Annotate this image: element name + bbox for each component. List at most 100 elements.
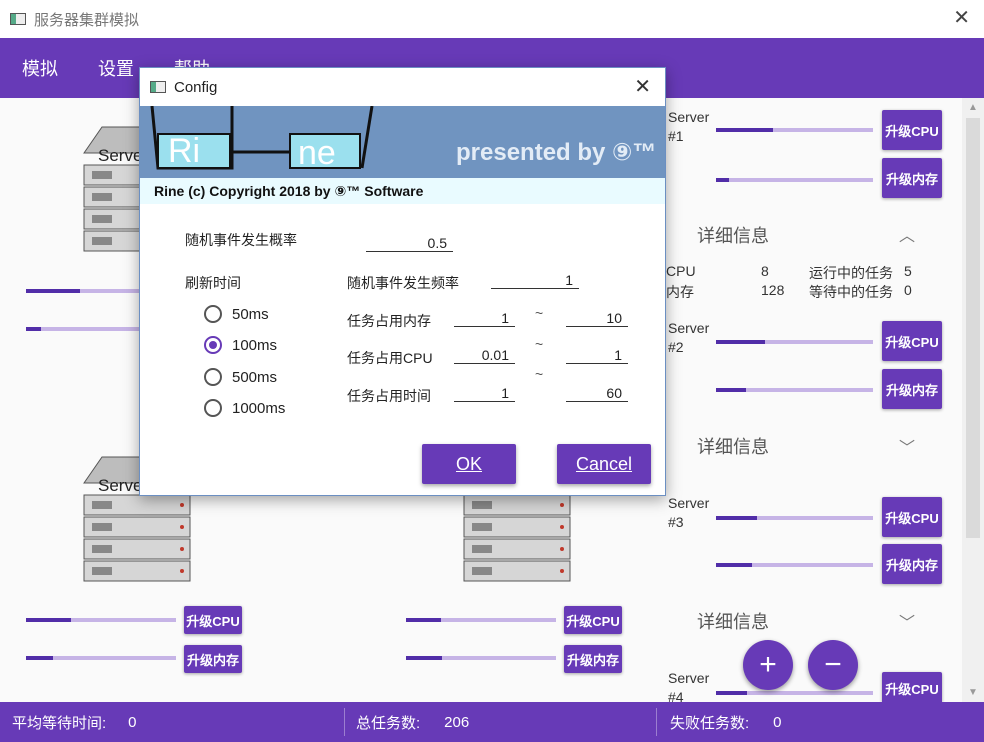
radio-unchecked-icon [204, 399, 222, 417]
status-bar: 平均等待时间: 0 总任务数: 206 失败任务数: 0 [0, 702, 984, 742]
dialog-title: Config [174, 78, 218, 96]
upgrade-mem-button[interactable]: 升级内存 [882, 158, 942, 198]
dialog-close-icon[interactable]: ✕ [634, 77, 651, 97]
details-header[interactable]: 详细信息 [697, 222, 769, 248]
detail-mem-label: 内存 [666, 284, 694, 300]
details-header[interactable]: 详细信息 [697, 433, 769, 459]
task-cpu-min-input[interactable]: 0.01 [454, 344, 515, 364]
task-time-max-input[interactable]: 60 [566, 382, 628, 402]
server-name-label: Server [668, 109, 710, 125]
refresh-50ms-radio[interactable]: 50ms [204, 305, 269, 323]
mem-load-fill [716, 388, 746, 392]
failed-tasks-label: 失败任务数: [670, 714, 750, 732]
window-title: 服务器集群模拟 [34, 11, 140, 29]
task-cpu-max-input[interactable]: 1 [566, 344, 628, 364]
refresh-100ms-radio[interactable]: 100ms [204, 336, 277, 354]
cpu-load-bar [406, 618, 556, 622]
task-mem-max-input[interactable]: 10 [566, 307, 628, 327]
total-tasks-label: 总任务数: [356, 714, 421, 732]
random-event-prob-label: 随机事件发生概率 [185, 232, 297, 248]
total-tasks-value: 206 [444, 713, 470, 731]
server-name-label: Server [668, 495, 710, 511]
window-close-icon[interactable]: ✕ [953, 8, 970, 28]
detail-running-label: 运行中的任务 [809, 265, 893, 281]
detail-cpu-label: CPU [666, 263, 696, 279]
mem-load-fill [716, 178, 729, 182]
chevron-up-icon[interactable]: ︿ [899, 222, 915, 246]
chevron-down-icon[interactable]: ﹀ [899, 609, 915, 633]
cpu-load-bar [716, 516, 873, 520]
banner-presented-by: presented by ⑨™ [456, 139, 657, 166]
mem-load-bar [26, 656, 176, 660]
banner-text-ne: ne [298, 134, 336, 172]
range-tilde: ~ [535, 336, 544, 352]
scroll-thumb[interactable] [966, 118, 980, 538]
upgrade-cpu-button[interactable]: 升级CPU [184, 606, 242, 634]
server-name-label: Server [668, 320, 710, 336]
upgrade-cpu-button[interactable]: 升级CPU [882, 497, 942, 537]
upgrade-mem-button[interactable]: 升级内存 [882, 544, 942, 584]
server-id-label: #1 [668, 128, 684, 144]
radio-unchecked-icon [204, 305, 222, 323]
cpu-load-fill [26, 289, 80, 293]
dialog-banner: Ri ne presented by ⑨™ [140, 106, 665, 178]
task-cpu-label: 任务占用CPU [347, 350, 433, 366]
banner-text-ri: Ri [168, 132, 201, 170]
server-id-label: #2 [668, 339, 684, 355]
upgrade-cpu-button[interactable]: 升级CPU [882, 321, 942, 361]
radio-label: 100ms [232, 336, 278, 354]
task-time-min-input[interactable]: 1 [454, 382, 515, 402]
avg-wait-segment: 平均等待时间: 0 [12, 702, 137, 742]
detail-mem-value: 128 [761, 282, 785, 298]
refresh-500ms-radio[interactable]: 500ms [204, 368, 277, 386]
cancel-button[interactable]: Cancel [557, 444, 651, 484]
mem-load-bar [716, 563, 873, 567]
status-divider [656, 708, 657, 736]
range-tilde: ~ [535, 305, 544, 321]
cpu-load-bar [716, 340, 873, 344]
ok-button[interactable]: OK [422, 444, 516, 484]
chevron-down-icon[interactable]: ﹀ [899, 434, 915, 458]
upgrade-mem-button[interactable]: 升级内存 [564, 645, 622, 673]
dialog-app-icon [150, 81, 166, 93]
upgrade-cpu-button[interactable]: 升级CPU [882, 672, 942, 702]
details-header[interactable]: 详细信息 [697, 608, 769, 634]
random-freq-input[interactable]: 1 [491, 269, 579, 289]
cpu-load-fill [406, 618, 441, 622]
mem-load-fill [26, 656, 53, 660]
cpu-load-bar [716, 128, 873, 132]
task-mem-min-input[interactable]: 1 [454, 307, 515, 327]
mem-load-fill [26, 327, 41, 331]
refresh-1000ms-radio[interactable]: 1000ms [204, 399, 285, 417]
upgrade-mem-button[interactable]: 升级内存 [184, 645, 242, 673]
app-icon [10, 13, 26, 25]
add-server-button[interactable]: + [743, 640, 793, 690]
random-event-prob-input[interactable]: 0.5 [366, 232, 453, 252]
scroll-up-arrow-icon[interactable]: ▲ [968, 102, 978, 113]
upgrade-mem-button[interactable]: 升级内存 [882, 369, 942, 409]
mem-load-fill [406, 656, 442, 660]
menu-settings[interactable]: 设置 [98, 55, 134, 81]
ok-button-label: OK [455, 453, 482, 474]
random-freq-label: 随机事件发生频率 [347, 275, 459, 291]
status-divider [344, 708, 345, 736]
cpu-load-bar [26, 618, 176, 622]
refresh-time-label: 刷新时间 [185, 275, 241, 291]
remove-server-button[interactable]: − [808, 640, 858, 690]
menu-simulate[interactable]: 模拟 [22, 55, 58, 81]
cpu-load-fill [716, 516, 757, 520]
avg-wait-label: 平均等待时间: [12, 714, 107, 732]
task-time-label: 任务占用时间 [347, 388, 431, 404]
upgrade-cpu-button[interactable]: 升级CPU [882, 110, 942, 150]
vertical-scrollbar[interactable]: ▲ ▼ [962, 98, 984, 702]
task-mem-label: 任务占用内存 [347, 313, 431, 329]
failed-tasks-segment: 失败任务数: 0 [670, 702, 782, 742]
avg-wait-value: 0 [128, 713, 137, 731]
scroll-down-arrow-icon[interactable]: ▼ [968, 687, 978, 698]
detail-cpu-value: 8 [761, 263, 769, 279]
config-dialog: Config ✕ Ri ne presented by ⑨™ Rine (c) … [139, 67, 666, 496]
server-id-label: #4 [668, 689, 684, 702]
upgrade-cpu-button[interactable]: 升级CPU [564, 606, 622, 634]
server-name-label: Server [668, 670, 710, 686]
detail-running-value: 5 [904, 263, 912, 279]
